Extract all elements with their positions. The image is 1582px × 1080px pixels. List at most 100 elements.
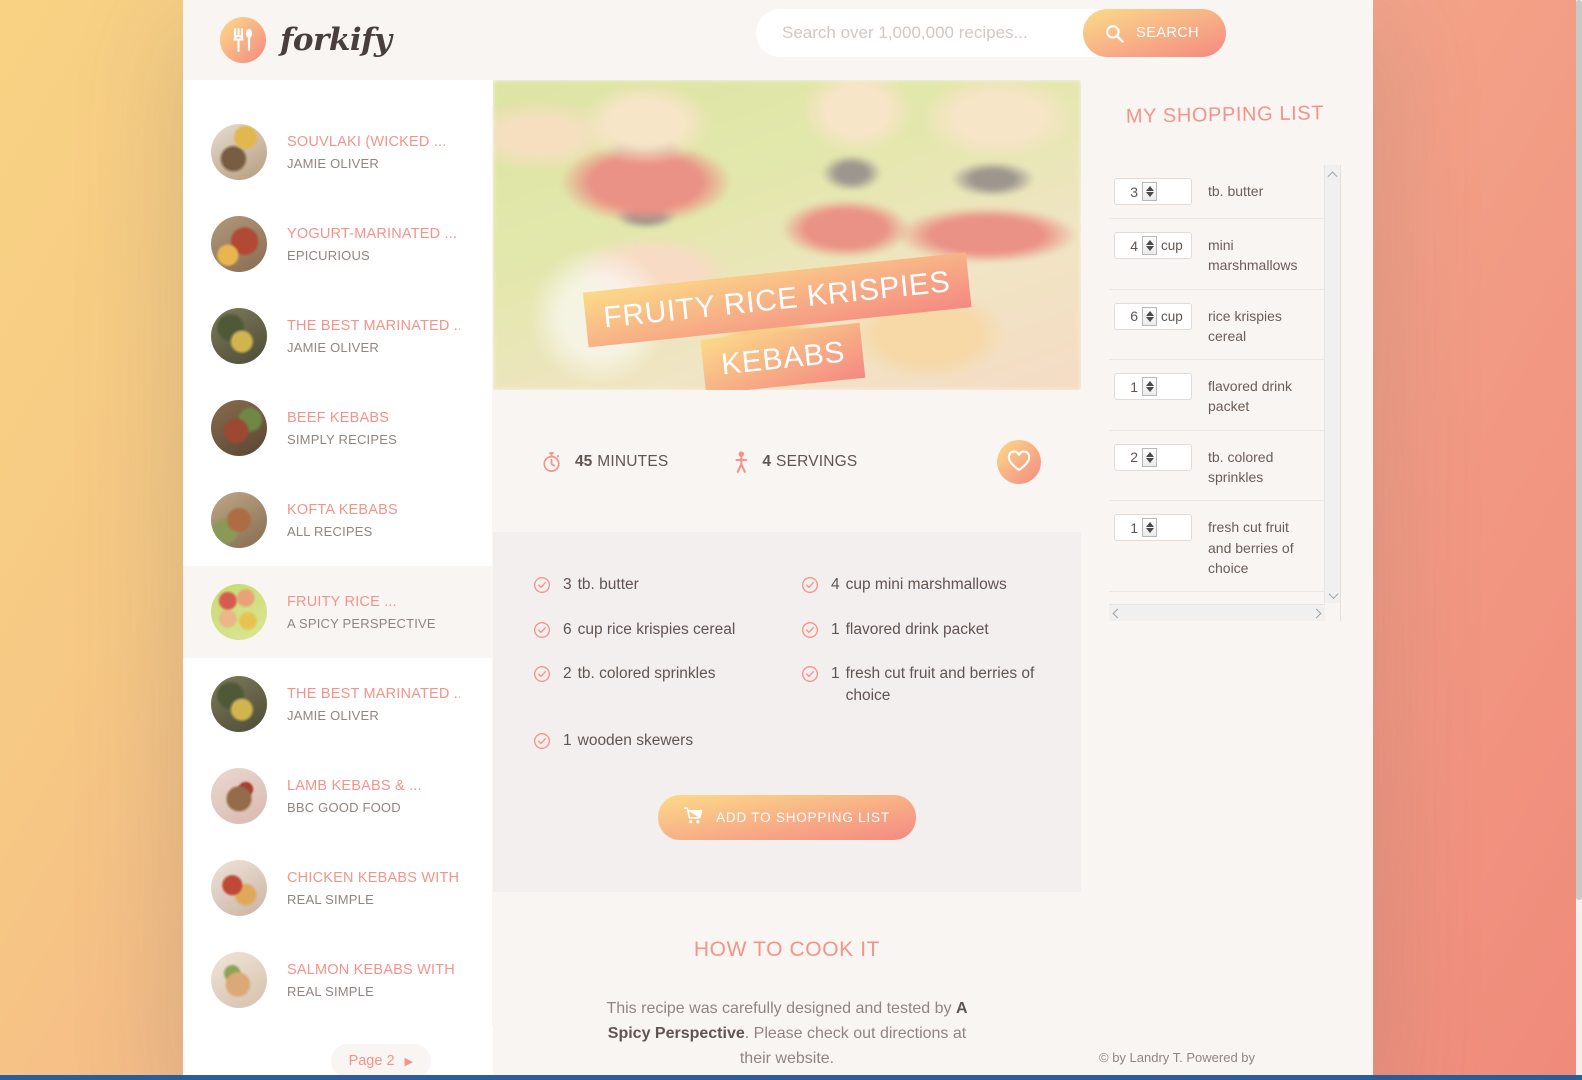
check-circle-icon <box>534 732 550 749</box>
search-button[interactable]: SEARCH <box>1083 9 1226 57</box>
ingredient-item: 1 wooden skewers <box>533 730 773 752</box>
search-result-title: THE BEST MARINATED ... <box>287 317 460 334</box>
search-result-item: YOGURT-MARINATED ... EPICURIOUS <box>183 198 493 290</box>
search-result-link[interactable]: YOGURT-MARINATED ... EPICURIOUS <box>183 198 493 290</box>
shopping-list-item: cup rice krispies cereal <box>1109 290 1324 361</box>
shopping-item-stepper[interactable] <box>1142 518 1157 538</box>
logo[interactable]: forkify <box>220 17 392 63</box>
directions-text-before: This recipe was carefully designed and t… <box>606 1000 956 1018</box>
shopping-item-count: cup <box>1114 302 1192 330</box>
shopping-item-count <box>1114 514 1192 542</box>
ingredient-text: cup rice krispies cereal <box>577 620 736 638</box>
shopping-item-stepper[interactable] <box>1142 236 1157 255</box>
shopping-item-description: fresh cut fruit and berries of choice <box>1208 519 1294 576</box>
shopping-item-count: cup <box>1114 232 1192 259</box>
search-result-link[interactable]: SOUVLAKI (WICKED ... JAMIE OLIVER <box>183 106 493 198</box>
search-result-link[interactable]: THE BEST MARINATED ... JAMIE OLIVER <box>183 290 493 382</box>
search-result-publisher: EPICURIOUS <box>287 247 370 263</box>
chevron-right-icon[interactable] <box>1311 608 1322 618</box>
shopping-item-stepper[interactable] <box>1142 447 1157 467</box>
browser-scrollbar[interactable] <box>1576 0 1582 1080</box>
search-results-panel: SOUVLAKI (WICKED ... JAMIE OLIVER YOGURT-M… <box>183 80 493 1080</box>
add-to-shopping-list-button[interactable]: ADD TO SHOPPING LIST <box>658 795 916 841</box>
ingredient-item: 3 tb. butter <box>533 574 773 596</box>
ingredient-text: tb. butter <box>577 576 639 593</box>
search-input[interactable] <box>782 13 1072 53</box>
ingredient-text: flavored drink packet <box>845 620 989 638</box>
scroll-up-button[interactable] <box>1325 165 1340 181</box>
shopping-item-count-input[interactable] <box>1115 308 1142 325</box>
search-result-link[interactable]: LAMB KEBABS & ... BBC GOOD FOOD <box>183 750 493 842</box>
recipe-servings: 4 SERVINGS <box>734 451 857 473</box>
shopping-item-description: rice krispies cereal <box>1208 307 1282 344</box>
shopping-item-count-input[interactable] <box>1115 183 1142 200</box>
shopping-item-count-input[interactable] <box>1115 237 1142 254</box>
recipe-servings-unit: SERVINGS <box>776 453 858 470</box>
add-to-shopping-list-label: ADD TO SHOPPING LIST <box>716 810 890 826</box>
shopping-list-item: cup mini marshmallows <box>1109 219 1324 290</box>
stopwatch-icon <box>541 451 575 473</box>
search-result-publisher: REAL SIMPLE <box>287 891 374 907</box>
shopping-item-count-input[interactable] <box>1115 378 1142 395</box>
recipe-servings-value: 4 <box>762 453 772 470</box>
shopping-list-box: tb. butter cup mini marshmallows cup rice kr… <box>1109 165 1341 621</box>
shopping-item-stepper[interactable] <box>1142 306 1157 326</box>
ingredient-count: 3 <box>563 576 572 593</box>
shopping-item-stepper[interactable] <box>1142 377 1157 397</box>
ingredient-count: 1 <box>831 665 840 683</box>
search-result-link[interactable]: SALMON KEBABS WITH ... REAL SIMPLE <box>183 934 493 1026</box>
shopping-list-horizontal-scrollbar[interactable] <box>1109 604 1325 621</box>
search-result-item: THE BEST MARINATED ... JAMIE OLIVER <box>183 658 493 750</box>
scroll-down-button[interactable] <box>1325 587 1341 603</box>
check-circle-icon <box>802 621 818 638</box>
shopping-item-count-input[interactable] <box>1115 449 1142 466</box>
search-result-link[interactable]: FRUITY RICE ... A SPICY PERSPECTIVE <box>183 566 493 658</box>
search-result-item: THE BEST MARINATED ... JAMIE OLIVER <box>183 290 493 382</box>
search-result-title: SALMON KEBABS WITH ... <box>287 961 460 978</box>
shopping-item-count-input[interactable] <box>1115 519 1142 536</box>
ingredient-text: cup mini marshmallows <box>845 576 1007 593</box>
search-result-item: LAMB KEBABS & ... BBC GOOD FOOD <box>183 750 493 842</box>
search-result-title: FRUITY RICE ... <box>287 593 397 610</box>
shopping-list-vertical-scrollbar[interactable] <box>1324 165 1340 603</box>
chevron-right-icon: ▶ <box>404 1055 413 1068</box>
shopping-item-unit: cup <box>1161 308 1183 324</box>
search-result-link[interactable]: CHICKEN KEBABS WITH ... REAL SIMPLE <box>183 842 493 934</box>
check-circle-icon <box>802 666 818 683</box>
magnifier-icon <box>1105 24 1124 43</box>
copyright-text: © by Landry T. Powered by <box>1099 1050 1256 1065</box>
search-result-publisher: JAMIE OLIVER <box>287 339 379 355</box>
ingredient-count: 2 <box>563 665 572 683</box>
shopping-cart-icon <box>684 807 703 828</box>
bookmark-button[interactable] <box>997 440 1041 484</box>
ingredient-count: 1 <box>831 620 840 638</box>
pagination-next-button[interactable]: Page 2 ▶ <box>330 1044 431 1078</box>
app-header: forkify SEARCH <box>183 0 1373 80</box>
shopping-list-item: tb. butter <box>1109 165 1324 219</box>
ingredient-count: 1 <box>563 731 572 749</box>
fork-spoon-icon <box>220 17 266 63</box>
search-result-link[interactable]: BEEF KEBABS SIMPLY RECIPES <box>183 382 493 474</box>
shopping-item-description: tb. colored sprinkles <box>1208 448 1274 486</box>
search-result-publisher: BBC GOOD FOOD <box>287 799 401 815</box>
shopping-item-count <box>1114 178 1192 205</box>
forkify-app: forkify SEARCH SOUVLAKI (WICKED ... JAMIE… <box>183 0 1373 1080</box>
search-result-link[interactable]: THE BEST MARINATED ... JAMIE OLIVER <box>183 658 493 750</box>
pagination-label: Page 2 <box>348 1053 395 1069</box>
recipe-time: 45 MINUTES <box>541 451 668 473</box>
ingredient-item: 6 cup rice krispies cereal <box>533 619 773 641</box>
shopping-list-item: tb. colored sprinkles <box>1109 431 1324 502</box>
search-result-link[interactable]: KOFTA KEBABS ALL RECIPES <box>183 474 493 566</box>
recipe-thumbnail <box>211 492 267 548</box>
search-result-title: YOGURT-MARINATED ... <box>287 225 458 242</box>
recipe-thumbnail <box>211 676 267 732</box>
shopping-item-unit: cup <box>1161 238 1183 253</box>
ingredient-item: 1 flavored drink packet <box>801 619 1041 641</box>
search-result-publisher: JAMIE OLIVER <box>287 707 379 723</box>
shopping-item-stepper[interactable] <box>1142 182 1157 201</box>
search-result-title: THE BEST MARINATED ... <box>287 685 460 702</box>
browser-scrollbar-thumb[interactable] <box>1576 0 1582 900</box>
directions-text-after: . Please check out directions at their w… <box>739 1025 967 1068</box>
shopping-list-item: wooden skewers <box>1109 592 1324 603</box>
chevron-left-icon[interactable] <box>1112 608 1123 618</box>
